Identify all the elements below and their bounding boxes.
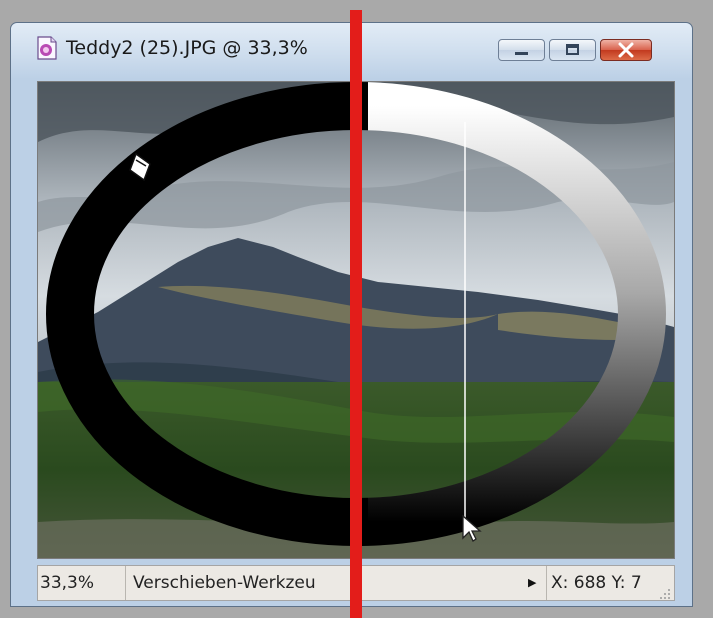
close-button[interactable] bbox=[600, 39, 652, 61]
status-menu-arrow-icon[interactable]: ▶ bbox=[528, 566, 542, 600]
status-zoom: 33,3% bbox=[40, 566, 126, 600]
minimize-button[interactable] bbox=[498, 39, 545, 61]
minimize-icon bbox=[515, 52, 528, 55]
resize-grip-icon[interactable] bbox=[659, 585, 671, 599]
status-tool-name: Verschieben-Werkzeu bbox=[133, 573, 316, 593]
maximize-button[interactable] bbox=[549, 39, 596, 61]
window-title: Teddy2 (25).JPG @ 33,3% bbox=[66, 37, 308, 59]
status-coordinates: X: 688 Y: 7 bbox=[546, 566, 646, 600]
maximize-icon bbox=[566, 44, 579, 55]
image-file-icon bbox=[36, 36, 58, 60]
annotation-line bbox=[350, 10, 362, 618]
close-icon bbox=[618, 42, 634, 58]
